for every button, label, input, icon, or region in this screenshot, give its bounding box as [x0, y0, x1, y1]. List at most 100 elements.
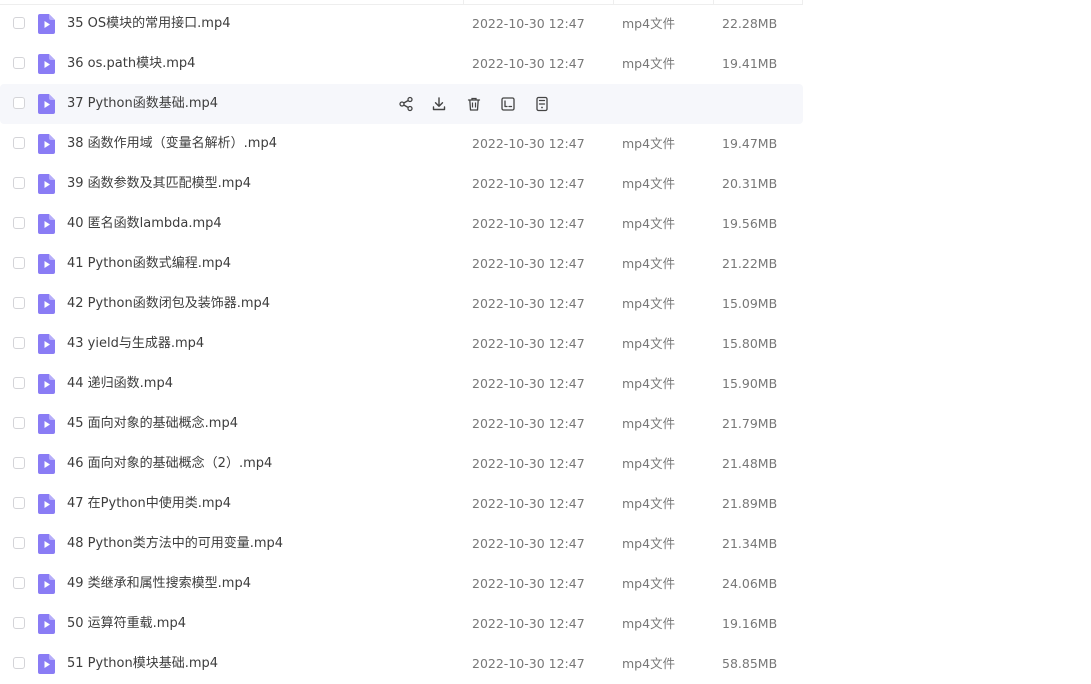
file-size: 15.80MB [722, 336, 778, 351]
file-name[interactable]: 43 yield与生成器.mp4 [67, 324, 204, 364]
file-type: mp4文件 [622, 296, 676, 311]
table-row[interactable]: 47 在Python中使用类.mp4 2022-10-30 12:47 mp4文… [0, 484, 803, 524]
share-button[interactable] [396, 94, 416, 114]
row-checkbox[interactable] [13, 617, 25, 629]
row-checkbox[interactable] [13, 137, 25, 149]
file-date: 2022-10-30 12:47 [472, 456, 585, 471]
video-file-icon [38, 294, 55, 314]
file-name[interactable]: 44 递归函数.mp4 [67, 364, 173, 404]
file-date: 2022-10-30 12:47 [472, 176, 585, 191]
file-size: 20.31MB [722, 176, 778, 191]
row-checkbox[interactable] [13, 17, 25, 29]
row-checkbox[interactable] [13, 457, 25, 469]
file-date: 2022-10-30 12:47 [472, 656, 585, 671]
table-row[interactable]: 39 函数参数及其匹配模型.mp4 2022-10-30 12:47 mp4文件… [0, 164, 803, 204]
file-name[interactable]: 36 os.path模块.mp4 [67, 44, 195, 84]
file-type: mp4文件 [622, 536, 676, 551]
table-row[interactable]: 51 Python模块基础.mp4 2022-10-30 12:47 mp4文件… [0, 644, 803, 684]
file-name[interactable]: 42 Python函数闭包及装饰器.mp4 [67, 284, 270, 324]
download-button[interactable] [429, 94, 449, 114]
table-row[interactable]: 45 面向对象的基础概念.mp4 2022-10-30 12:47 mp4文件 … [0, 404, 803, 444]
file-size: 21.48MB [722, 456, 778, 471]
row-checkbox[interactable] [13, 297, 25, 309]
file-size: 19.47MB [722, 136, 778, 151]
video-file-icon [38, 414, 55, 434]
share-icon [399, 96, 413, 112]
file-date: 2022-10-30 12:47 [472, 536, 585, 551]
file-type: mp4文件 [622, 576, 676, 591]
table-row[interactable]: 37 Python函数基础.mp4 [0, 84, 803, 124]
row-checkbox[interactable] [13, 577, 25, 589]
file-date: 2022-10-30 12:47 [472, 16, 585, 31]
table-row[interactable]: 38 函数作用域（变量名解析）.mp4 2022-10-30 12:47 mp4… [0, 124, 803, 164]
file-date: 2022-10-30 12:47 [472, 576, 585, 591]
file-size: 19.16MB [722, 616, 778, 631]
file-size: 21.22MB [722, 256, 778, 271]
video-file-icon [38, 454, 55, 474]
file-date: 2022-10-30 12:47 [472, 336, 585, 351]
table-row[interactable]: 49 类继承和属性搜索模型.mp4 2022-10-30 12:47 mp4文件… [0, 564, 803, 604]
table-row[interactable]: 36 os.path模块.mp4 2022-10-30 12:47 mp4文件 … [0, 44, 803, 84]
table-row[interactable]: 42 Python函数闭包及装饰器.mp4 2022-10-30 12:47 m… [0, 284, 803, 324]
file-size: 15.09MB [722, 296, 778, 311]
download-icon [432, 97, 446, 111]
row-checkbox[interactable] [13, 97, 25, 109]
row-checkbox[interactable] [13, 57, 25, 69]
file-type: mp4文件 [622, 176, 676, 191]
file-size: 21.34MB [722, 536, 778, 551]
row-checkbox[interactable] [13, 337, 25, 349]
table-row[interactable]: 48 Python类方法中的可用变量.mp4 2022-10-30 12:47 … [0, 524, 803, 564]
table-row[interactable]: 40 匿名函数lambda.mp4 2022-10-30 12:47 mp4文件… [0, 204, 803, 244]
file-name[interactable]: 48 Python类方法中的可用变量.mp4 [67, 524, 283, 564]
file-date: 2022-10-30 12:47 [472, 136, 585, 151]
file-date: 2022-10-30 12:47 [472, 496, 585, 511]
file-size: 21.79MB [722, 416, 778, 431]
file-name[interactable]: 37 Python函数基础.mp4 [67, 84, 218, 124]
row-checkbox[interactable] [13, 177, 25, 189]
file-name[interactable]: 40 匿名函数lambda.mp4 [67, 204, 222, 244]
file-name[interactable]: 50 运算符重载.mp4 [67, 604, 186, 644]
file-name[interactable]: 38 函数作用域（变量名解析）.mp4 [67, 124, 277, 164]
video-file-icon [38, 334, 55, 354]
file-name[interactable]: 51 Python模块基础.mp4 [67, 644, 218, 684]
rename-button[interactable] [498, 94, 518, 114]
file-type: mp4文件 [622, 256, 676, 271]
file-name[interactable]: 35 OS模块的常用接口.mp4 [67, 4, 230, 44]
table-row[interactable]: 35 OS模块的常用接口.mp4 2022-10-30 12:47 mp4文件 … [0, 4, 803, 44]
video-file-icon [38, 494, 55, 514]
table-row[interactable]: 46 面向对象的基础概念（2）.mp4 2022-10-30 12:47 mp4… [0, 444, 803, 484]
video-file-icon [38, 214, 55, 234]
row-checkbox[interactable] [13, 257, 25, 269]
rename-icon [501, 97, 515, 111]
row-checkbox[interactable] [13, 417, 25, 429]
delete-icon [467, 97, 481, 111]
table-row[interactable]: 44 递归函数.mp4 2022-10-30 12:47 mp4文件 15.90… [0, 364, 803, 404]
row-checkbox[interactable] [13, 497, 25, 509]
file-list: 35 OS模块的常用接口.mp4 2022-10-30 12:47 mp4文件 … [0, 4, 1091, 684]
row-checkbox[interactable] [13, 377, 25, 389]
row-checkbox[interactable] [13, 217, 25, 229]
file-name[interactable]: 41 Python函数式编程.mp4 [67, 244, 231, 284]
file-type: mp4文件 [622, 216, 676, 231]
file-name[interactable]: 39 函数参数及其匹配模型.mp4 [67, 164, 251, 204]
table-row[interactable]: 50 运算符重载.mp4 2022-10-30 12:47 mp4文件 19.1… [0, 604, 803, 644]
row-checkbox[interactable] [13, 657, 25, 669]
row-checkbox[interactable] [13, 537, 25, 549]
file-name[interactable]: 46 面向对象的基础概念（2）.mp4 [67, 444, 272, 484]
file-name[interactable]: 49 类继承和属性搜索模型.mp4 [67, 564, 251, 604]
file-size: 21.89MB [722, 496, 778, 511]
file-date: 2022-10-30 12:47 [472, 376, 585, 391]
delete-button[interactable] [464, 94, 484, 114]
file-date: 2022-10-30 12:47 [472, 616, 585, 631]
file-name[interactable]: 45 面向对象的基础概念.mp4 [67, 404, 238, 444]
more-button[interactable] [532, 94, 552, 114]
file-size: 19.56MB [722, 216, 778, 231]
table-row[interactable]: 43 yield与生成器.mp4 2022-10-30 12:47 mp4文件 … [0, 324, 803, 364]
file-type: mp4文件 [622, 496, 676, 511]
file-date: 2022-10-30 12:47 [472, 296, 585, 311]
table-row[interactable]: 41 Python函数式编程.mp4 2022-10-30 12:47 mp4文… [0, 244, 803, 284]
video-file-icon [38, 134, 55, 154]
file-type: mp4文件 [622, 376, 676, 391]
file-name[interactable]: 47 在Python中使用类.mp4 [67, 484, 231, 524]
file-type: mp4文件 [622, 616, 676, 631]
